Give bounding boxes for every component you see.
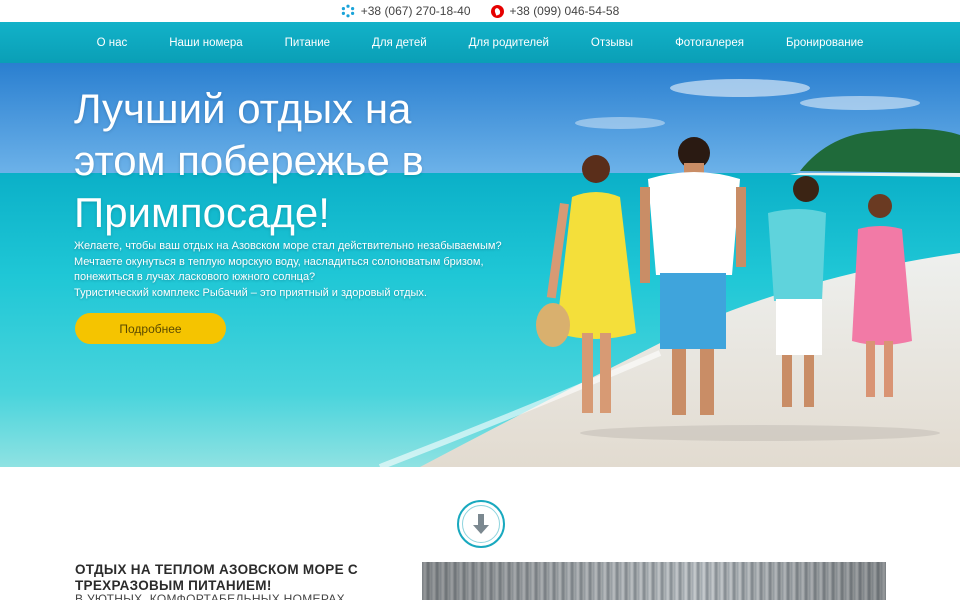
nav-list: О нас Наши номера Питание Для детей Для …: [76, 37, 885, 49]
section-subtitle: В УЮТНЫХ, КОМФОРТАБЕЛЬНЫХ НОМЕРАХ: [75, 592, 345, 600]
section-title-line: ОТДЫХ НА ТЕПЛОМ АЗОВСКОМ МОРЕ С: [75, 562, 358, 577]
more-button[interactable]: Подробнее: [75, 313, 226, 344]
room-photo: [422, 562, 886, 600]
nav-item-food[interactable]: Питание: [264, 37, 351, 49]
hero-text-line: Туристический комплекс Рыбачий – это при…: [74, 286, 427, 299]
phone-vodafone[interactable]: +38 (099) 046-54-58: [490, 4, 620, 18]
nav-item-about[interactable]: О нас: [76, 37, 149, 49]
phone-number: +38 (099) 046-54-58: [509, 4, 620, 18]
nav-item-booking[interactable]: Бронирование: [765, 37, 884, 49]
main-nav: О нас Наши номера Питание Для детей Для …: [0, 22, 960, 63]
hero-text-line: понежиться в лучах ласкового южного солн…: [74, 271, 316, 283]
nav-item-reviews[interactable]: Отзывы: [570, 37, 654, 49]
arrow-down-icon: [473, 514, 489, 534]
contact-bar: +38 (067) 270-18-40 +38 (099) 046-54-58: [0, 0, 960, 22]
hero-title-line: этом побережье в: [74, 137, 424, 184]
scroll-down-button[interactable]: [457, 500, 505, 548]
scroll-down-ring: [462, 505, 500, 543]
kyivstar-icon: [341, 4, 354, 18]
nav-item-rooms[interactable]: Наши номера: [148, 37, 263, 49]
nav-item-parents[interactable]: Для родителей: [448, 37, 570, 49]
hero-text-line: Желаете, чтобы ваш отдых на Азовском мор…: [74, 240, 502, 252]
hero-title: Лучший отдых на этом побережье в Примпос…: [74, 83, 574, 239]
room-photo-shade: [422, 562, 886, 600]
hero-banner: Лучший отдых на этом побережье в Примпос…: [0, 63, 960, 467]
phone-number: +38 (067) 270-18-40: [360, 4, 471, 18]
hero-title-line: Лучший отдых на: [74, 85, 412, 132]
hero-description: Желаете, чтобы ваш отдых на Азовском мор…: [74, 239, 574, 301]
phone-kyivstar[interactable]: +38 (067) 270-18-40: [341, 4, 471, 18]
hero-title-line: Примпосаде!: [74, 189, 330, 236]
nav-item-gallery[interactable]: Фотогалерея: [654, 37, 765, 49]
hero-text-line: Мечтаете окунуться в теплую морскую воду…: [74, 255, 484, 268]
section-title: ОТДЫХ НА ТЕПЛОМ АЗОВСКОМ МОРЕ С ТРЕХРАЗО…: [75, 562, 405, 594]
nav-item-kids[interactable]: Для детей: [351, 37, 448, 49]
vodafone-icon: [490, 4, 504, 18]
